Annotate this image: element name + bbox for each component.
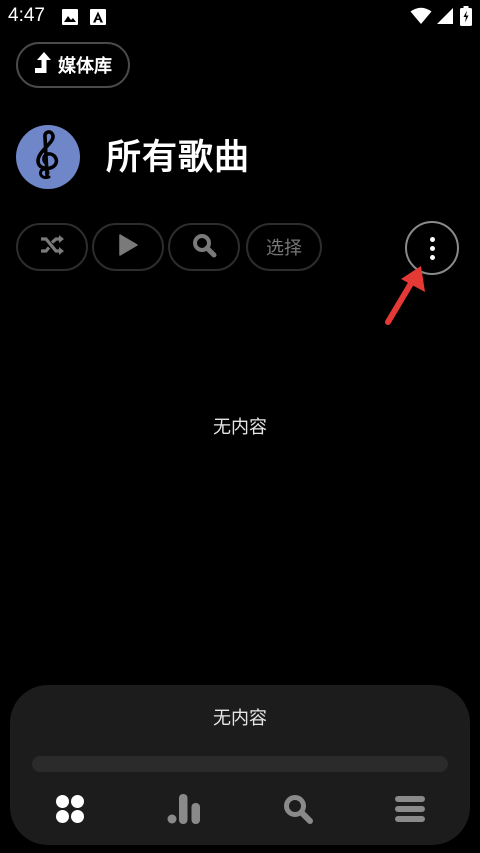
image-icon — [61, 8, 79, 30]
nav-library-button[interactable] — [50, 793, 90, 829]
search-icon — [282, 793, 314, 829]
shuffle-icon — [39, 234, 65, 260]
library-button[interactable]: 媒体库 — [16, 42, 130, 88]
annotation-arrow-icon — [380, 262, 430, 332]
grid-icon — [54, 793, 86, 829]
wifi-icon — [410, 7, 432, 29]
signal-icon — [436, 7, 454, 29]
arrow-up-icon — [32, 51, 52, 79]
empty-state-text: 无内容 — [213, 417, 267, 438]
search-button[interactable] — [168, 223, 240, 271]
shuffle-button[interactable] — [16, 223, 88, 271]
nav-menu-button[interactable] — [390, 793, 430, 829]
nav-search-button[interactable] — [278, 793, 318, 829]
status-bar: 4:47 — [0, 0, 480, 34]
font-icon — [89, 8, 107, 30]
play-icon — [118, 234, 138, 260]
search-icon — [191, 232, 217, 262]
bar-chart-icon — [166, 792, 202, 830]
library-button-label: 媒体库 — [58, 56, 112, 77]
battery-icon — [460, 6, 472, 30]
status-time: 4:47 — [8, 5, 45, 26]
playlist-avatar — [16, 125, 80, 189]
treble-clef-icon — [16, 125, 80, 189]
select-button[interactable]: 选择 — [246, 223, 322, 271]
play-button[interactable] — [92, 223, 164, 271]
player-panel: 无内容 — [10, 685, 470, 845]
select-button-label: 选择 — [266, 238, 302, 259]
progress-bar[interactable] — [32, 756, 448, 772]
now-playing-title: 无内容 — [213, 708, 267, 729]
menu-icon — [394, 794, 426, 828]
page-title: 所有歌曲 — [106, 138, 251, 178]
more-vertical-icon — [429, 236, 435, 260]
nav-stats-button[interactable] — [164, 793, 204, 829]
